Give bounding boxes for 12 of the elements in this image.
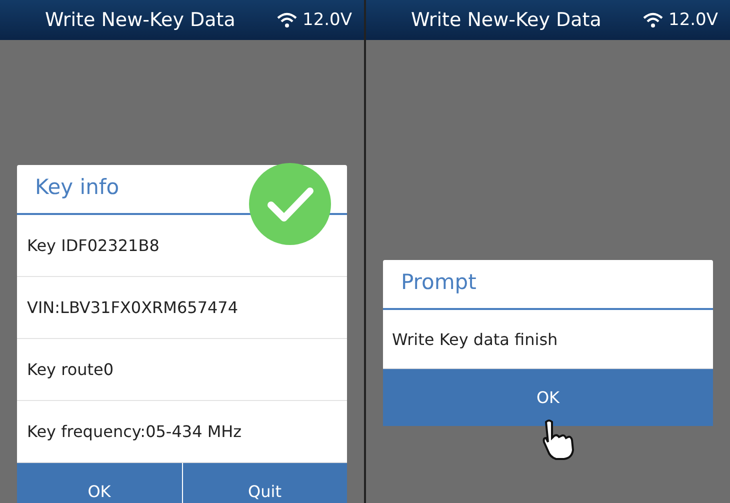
voltage-reading: 12.0V [302, 10, 352, 30]
info-row: Key route0 [17, 339, 347, 401]
dialog-button[interactable]: OK [17, 463, 182, 503]
header-title: Write New-Key Data [411, 9, 602, 31]
info-row: VIN:LBV31FX0XRM657474 [17, 277, 347, 339]
dialog-button[interactable]: OK [383, 369, 713, 426]
wifi-icon [642, 12, 663, 28]
wifi-icon [276, 12, 297, 28]
dialog-title: Prompt [383, 260, 713, 310]
dialog-button[interactable]: Quit [182, 463, 347, 503]
voltage-reading: 12.0V [668, 10, 718, 30]
header-title: Write New-Key Data [45, 9, 236, 31]
